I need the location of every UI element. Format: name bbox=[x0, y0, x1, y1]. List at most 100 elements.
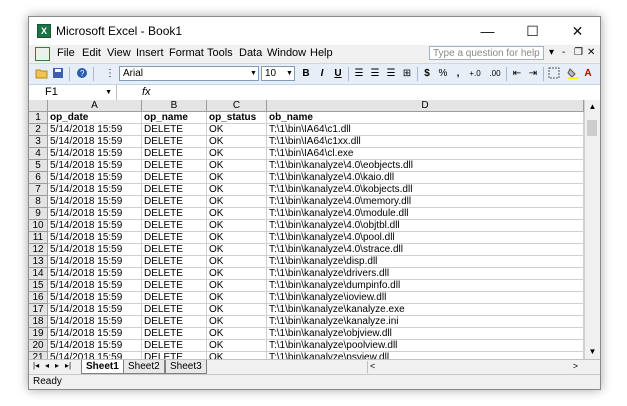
table-cell[interactable]: T:\1\bin\kanalyze\4.0\module.dll bbox=[267, 208, 584, 220]
align-left-icon[interactable]: ☰ bbox=[352, 67, 366, 81]
row-header[interactable]: 14 bbox=[29, 268, 48, 280]
header-cell[interactable]: op_name bbox=[142, 112, 207, 124]
table-cell[interactable]: T:\1\bin\IA64\c1xx.dll bbox=[267, 136, 584, 148]
comma-button[interactable]: , bbox=[453, 67, 463, 81]
row-header[interactable]: 20 bbox=[29, 340, 48, 352]
fx-icon[interactable]: fx bbox=[142, 86, 151, 98]
scroll-right-icon[interactable]: > bbox=[573, 361, 578, 371]
table-cell[interactable]: T:\1\bin\kanalyze\drivers.dll bbox=[267, 268, 584, 280]
table-cell[interactable]: DELETE bbox=[142, 184, 207, 196]
open-icon[interactable] bbox=[35, 67, 49, 81]
table-cell[interactable]: OK bbox=[207, 196, 267, 208]
row-header[interactable]: 8 bbox=[29, 196, 48, 208]
help-icon[interactable]: ? bbox=[75, 67, 89, 81]
scroll-up-icon[interactable]: ▲ bbox=[585, 100, 600, 114]
header-cell[interactable]: ob_name bbox=[267, 112, 584, 124]
row-header[interactable]: 10 bbox=[29, 220, 48, 232]
row-header[interactable]: 18 bbox=[29, 316, 48, 328]
scroll-thumb[interactable] bbox=[587, 120, 597, 136]
tab-sheet3[interactable]: Sheet3 bbox=[165, 360, 207, 374]
row-header[interactable]: 19 bbox=[29, 328, 48, 340]
save-icon[interactable] bbox=[51, 67, 65, 81]
header-cell[interactable]: op_date bbox=[48, 112, 142, 124]
table-cell[interactable]: T:\1\bin\IA64\cl.exe bbox=[267, 148, 584, 160]
table-cell[interactable]: T:\1\bin\kanalyze\ioview.dll bbox=[267, 292, 584, 304]
excel-app-icon[interactable]: X bbox=[37, 24, 51, 38]
font-name-select[interactable]: Arial ▼ bbox=[119, 66, 259, 81]
table-cell[interactable]: OK bbox=[207, 160, 267, 172]
table-cell[interactable]: OK bbox=[207, 208, 267, 220]
table-cell[interactable]: DELETE bbox=[142, 160, 207, 172]
doc-close-button[interactable]: ✕ bbox=[587, 47, 595, 58]
vertical-scrollbar[interactable]: ▲ ▼ bbox=[584, 100, 600, 359]
table-cell[interactable]: OK bbox=[207, 328, 267, 340]
table-cell[interactable]: OK bbox=[207, 292, 267, 304]
table-cell[interactable]: 5/14/2018 15:59 bbox=[48, 256, 142, 268]
font-size-select[interactable]: 10 ▼ bbox=[261, 66, 295, 81]
menu-file[interactable]: File bbox=[57, 47, 75, 59]
table-cell[interactable]: 5/14/2018 15:59 bbox=[48, 280, 142, 292]
menu-insert[interactable]: Insert bbox=[136, 47, 164, 59]
column-header-b[interactable]: B bbox=[142, 100, 207, 112]
table-cell[interactable]: DELETE bbox=[142, 208, 207, 220]
percent-button[interactable]: % bbox=[437, 67, 449, 81]
menu-help[interactable]: Help bbox=[310, 47, 333, 59]
doc-restore-button[interactable]: ❐ bbox=[574, 47, 583, 58]
minimize-button[interactable]: — bbox=[465, 17, 510, 45]
table-cell[interactable]: 5/14/2018 15:59 bbox=[48, 136, 142, 148]
table-cell[interactable]: DELETE bbox=[142, 148, 207, 160]
next-sheet-icon[interactable]: ▸ bbox=[55, 361, 59, 370]
name-box[interactable]: F1 ▼ bbox=[29, 85, 117, 100]
table-cell[interactable]: DELETE bbox=[142, 328, 207, 340]
table-cell[interactable]: DELETE bbox=[142, 304, 207, 316]
table-cell[interactable]: 5/14/2018 15:59 bbox=[48, 148, 142, 160]
workbook-icon[interactable] bbox=[35, 47, 50, 61]
tab-sheet1[interactable]: Sheet1 bbox=[81, 360, 124, 374]
table-cell[interactable]: T:\1\bin\kanalyze\kanalyze.ini bbox=[267, 316, 584, 328]
table-cell[interactable]: T:\1\bin\kanalyze\4.0\eobjects.dll bbox=[267, 160, 584, 172]
table-cell[interactable]: OK bbox=[207, 304, 267, 316]
table-cell[interactable]: 5/14/2018 15:59 bbox=[48, 196, 142, 208]
underline-button[interactable]: U bbox=[331, 67, 345, 81]
doc-minimize-button[interactable]: - bbox=[562, 47, 565, 58]
table-cell[interactable]: DELETE bbox=[142, 340, 207, 352]
close-button[interactable]: ✕ bbox=[555, 17, 600, 45]
help-dropdown-icon[interactable]: ▾ bbox=[549, 47, 554, 58]
table-cell[interactable]: OK bbox=[207, 268, 267, 280]
table-cell[interactable]: DELETE bbox=[142, 316, 207, 328]
decrease-indent-icon[interactable]: ⇤ bbox=[510, 67, 524, 81]
borders-icon[interactable] bbox=[546, 67, 562, 81]
scroll-down-icon[interactable]: ▼ bbox=[585, 345, 600, 359]
table-cell[interactable]: T:\1\bin\kanalyze\kanalyze.exe bbox=[267, 304, 584, 316]
table-cell[interactable]: T:\1\bin\kanalyze\disp.dll bbox=[267, 256, 584, 268]
table-cell[interactable]: 5/14/2018 15:59 bbox=[48, 184, 142, 196]
row-header[interactable]: 6 bbox=[29, 172, 48, 184]
currency-button[interactable]: $ bbox=[421, 67, 433, 81]
increase-indent-icon[interactable]: ⇥ bbox=[526, 67, 540, 81]
table-cell[interactable]: 5/14/2018 15:59 bbox=[48, 268, 142, 280]
table-cell[interactable]: 5/14/2018 15:59 bbox=[48, 160, 142, 172]
table-cell[interactable]: OK bbox=[207, 148, 267, 160]
prev-sheet-icon[interactable]: ◂ bbox=[45, 361, 49, 370]
table-cell[interactable]: DELETE bbox=[142, 172, 207, 184]
row-header[interactable]: 7 bbox=[29, 184, 48, 196]
menu-view[interactable]: View bbox=[107, 47, 131, 59]
font-color-button[interactable]: A bbox=[582, 67, 594, 81]
scroll-left-icon[interactable]: < bbox=[370, 361, 375, 371]
toolbar-options-icon[interactable]: ⋮ bbox=[105, 67, 115, 81]
table-cell[interactable]: OK bbox=[207, 172, 267, 184]
row-header[interactable]: 17 bbox=[29, 304, 48, 316]
formula-input[interactable] bbox=[157, 86, 600, 99]
table-cell[interactable]: T:\1\bin\kanalyze\4.0\pool.dll bbox=[267, 232, 584, 244]
table-cell[interactable]: 5/14/2018 15:59 bbox=[48, 340, 142, 352]
table-cell[interactable]: 5/14/2018 15:59 bbox=[48, 208, 142, 220]
table-cell[interactable]: T:\1\bin\kanalyze\4.0\kobjects.dll bbox=[267, 184, 584, 196]
row-header[interactable]: 5 bbox=[29, 160, 48, 172]
table-cell[interactable]: T:\1\bin\kanalyze\4.0\memory.dll bbox=[267, 196, 584, 208]
table-cell[interactable]: DELETE bbox=[142, 124, 207, 136]
table-cell[interactable]: T:\1\bin\kanalyze\objview.dll bbox=[267, 328, 584, 340]
fill-color-icon[interactable] bbox=[566, 67, 580, 81]
table-cell[interactable]: DELETE bbox=[142, 196, 207, 208]
row-header[interactable]: 4 bbox=[29, 148, 48, 160]
table-cell[interactable]: DELETE bbox=[142, 292, 207, 304]
